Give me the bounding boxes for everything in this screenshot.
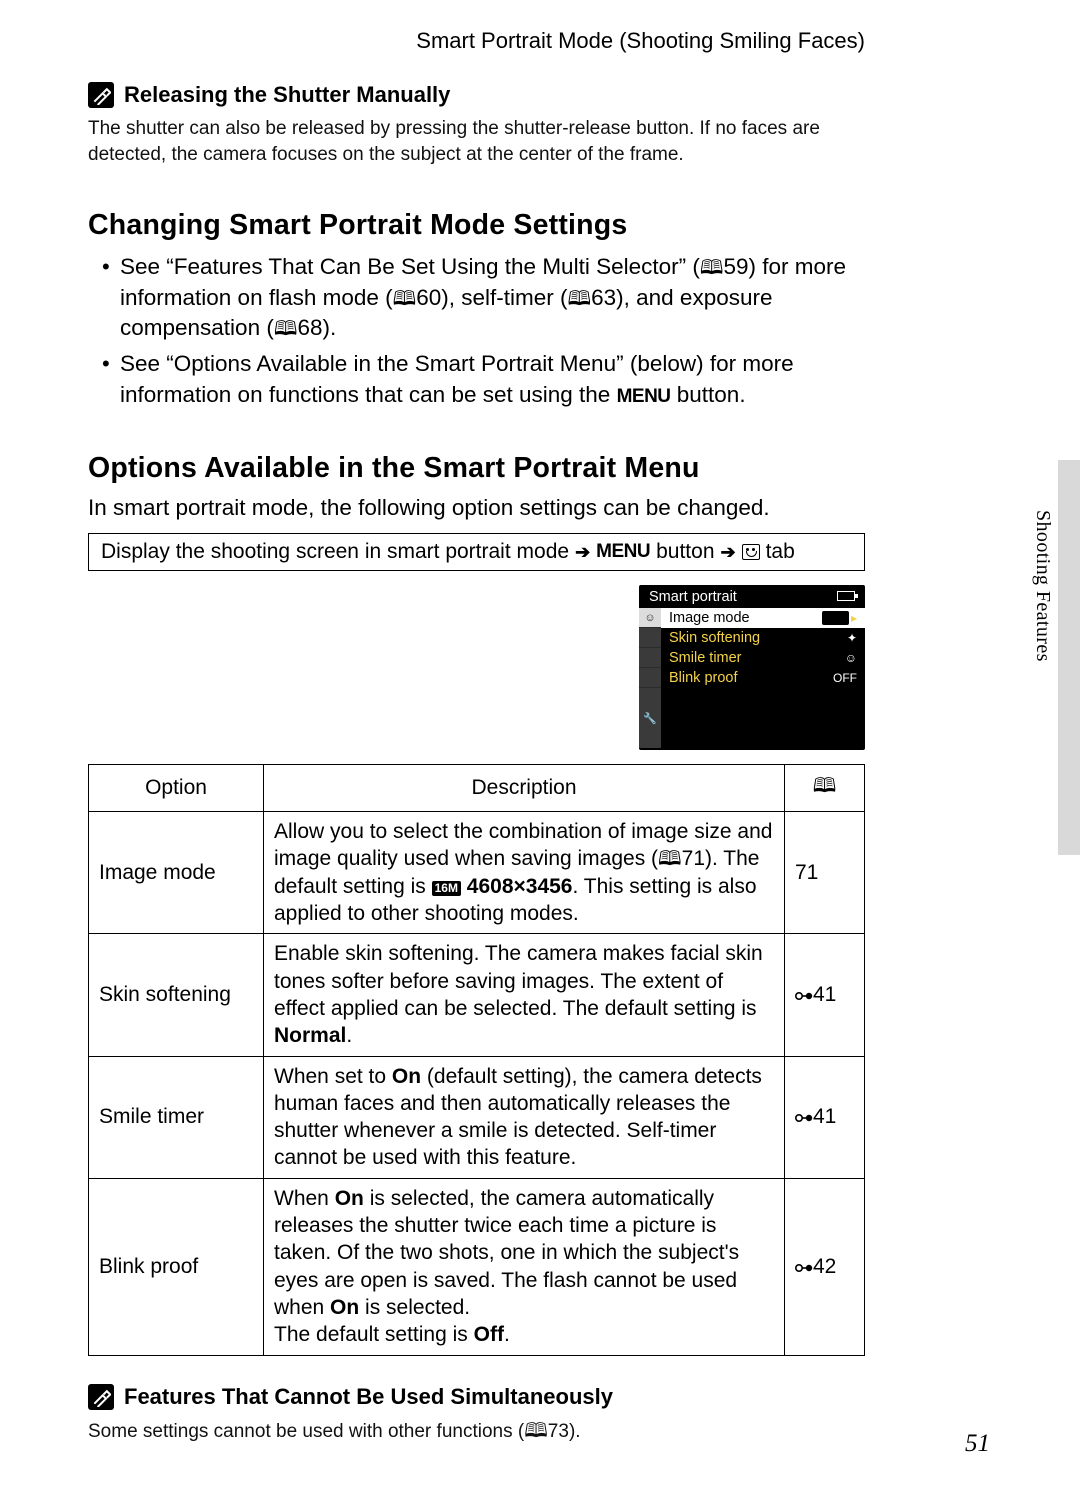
- lcd-tab-blank: [639, 648, 661, 668]
- row-blink-proof: Blink proof When On is selected, the cam…: [89, 1178, 865, 1355]
- menu-button-glyph: MENU: [596, 541, 650, 563]
- smart-portrait-tab-icon: [742, 544, 760, 560]
- lcd-row-blink-proof: Blink proofOFF: [661, 668, 865, 688]
- lcd-menu-preview: Smart portrait ☺ 🔧 Image mode 16M▸: [639, 585, 865, 750]
- note-releasing-shutter-title: Releasing the Shutter Manually: [124, 82, 450, 108]
- book-icon: 🕮: [658, 846, 682, 872]
- lcd-side-tabs: ☺ 🔧: [639, 608, 661, 748]
- th-description: Description: [264, 765, 785, 812]
- lcd-row-skin-softening: Skin softening✦: [661, 628, 865, 648]
- th-option: Option: [89, 765, 264, 812]
- book-icon: 🕮: [568, 286, 592, 313]
- menu-button-glyph: MENU: [617, 384, 671, 410]
- book-icon: 🕮: [393, 286, 417, 313]
- detail-ref-icon: [795, 985, 813, 999]
- battery-icon: [837, 591, 855, 601]
- image-mode-16m-icon: 16M: [432, 881, 461, 897]
- bullet-options-available: See “Options Available in the Smart Port…: [102, 349, 865, 410]
- row-skin-softening: Skin softening Enable skin softening. Th…: [89, 934, 865, 1056]
- side-thumb-tab: Shooting Features: [1024, 460, 1080, 855]
- arrow-right-icon: ➔: [575, 542, 590, 563]
- detail-ref-icon: [795, 1107, 813, 1121]
- side-tab-label: Shooting Features: [1031, 510, 1054, 662]
- navigation-path-box: Display the shooting screen in smart por…: [88, 533, 865, 571]
- row-smile-timer: Smile timer When set to On (default sett…: [89, 1056, 865, 1178]
- page-number: 51: [965, 1430, 990, 1458]
- lcd-tab-setup-icon: 🔧: [639, 688, 661, 748]
- lcd-tab-smart-portrait-icon: ☺: [639, 608, 661, 628]
- options-intro: In smart portrait mode, the following op…: [88, 495, 865, 521]
- note-features-simultaneous-body: Some settings cannot be used with other …: [88, 1418, 865, 1445]
- note-releasing-shutter-body: The shutter can also be released by pres…: [88, 116, 865, 167]
- lcd-row-smile-timer: Smile timer☺: [661, 648, 865, 668]
- arrow-right-icon: ➔: [721, 542, 736, 563]
- note-features-simultaneous-title: Features That Cannot Be Used Simultaneou…: [124, 1384, 613, 1410]
- options-table: Option Description 🕮 Image mode Allow yo…: [88, 764, 865, 1355]
- chevron-right-icon: ▸: [851, 611, 857, 625]
- pencil-note-icon: [88, 1384, 114, 1410]
- row-image-mode: Image mode Allow you to select the combi…: [89, 812, 865, 934]
- heading-options-available: Options Available in the Smart Portrait …: [88, 452, 865, 485]
- lcd-tab-blank: [639, 668, 661, 688]
- detail-ref-icon: [795, 1257, 813, 1271]
- lcd-option-list: Image mode 16M▸ Skin softening✦ Smile ti…: [661, 608, 865, 748]
- breadcrumb: Smart Portrait Mode (Shooting Smiling Fa…: [88, 28, 865, 64]
- book-icon: 🕮: [700, 255, 724, 282]
- pencil-note-icon: [88, 82, 114, 108]
- book-icon: 🕮: [274, 316, 298, 343]
- bullet-multi-selector: See “Features That Can Be Set Using the …: [102, 252, 865, 343]
- lcd-title: Smart portrait: [649, 589, 737, 605]
- book-icon: 🕮: [524, 1418, 548, 1445]
- lcd-tab-blank: [639, 628, 661, 648]
- lcd-row-image-mode: Image mode 16M▸: [661, 608, 865, 628]
- heading-changing-settings: Changing Smart Portrait Mode Settings: [88, 209, 865, 242]
- th-page-ref-icon: 🕮: [785, 765, 865, 812]
